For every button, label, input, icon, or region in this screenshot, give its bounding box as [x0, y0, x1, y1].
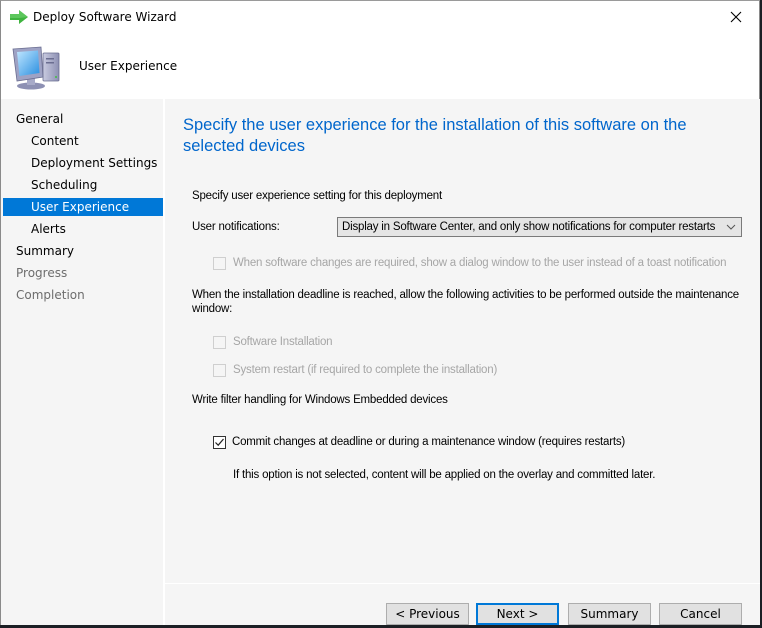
- cancel-button[interactable]: Cancel: [659, 603, 742, 625]
- nav-item-general[interactable]: General: [3, 110, 163, 128]
- header-page-title: User Experience: [79, 59, 178, 73]
- section-label: Specify user experience setting for this…: [192, 190, 442, 202]
- system-restart-checkbox[interactable]: [213, 364, 226, 377]
- deadline-label-line2: window:: [192, 303, 233, 315]
- next-button[interactable]: Next >: [476, 603, 559, 625]
- nav-item-alerts[interactable]: Alerts: [3, 220, 163, 238]
- button-area-divider: [165, 583, 760, 584]
- green-arrow-icon: [10, 10, 28, 24]
- main-panel: Specify the user experience for the inst…: [165, 99, 760, 625]
- wizard-header: User Experience: [1, 33, 759, 99]
- nav-item-progress: Progress: [16, 266, 68, 280]
- nav-item-summary[interactable]: Summary: [3, 242, 163, 260]
- nav-item-content[interactable]: Content: [3, 132, 163, 150]
- nav-item-deployment-settings[interactable]: Deployment Settings: [3, 154, 163, 172]
- wizard-nav: General Content Deployment Settings Sche…: [1, 99, 163, 625]
- page-heading: Specify the user experience for the inst…: [183, 116, 687, 155]
- write-filter-label: Write filter handling for Windows Embedd…: [192, 394, 448, 406]
- commit-changes-checkbox[interactable]: [213, 436, 226, 449]
- computer-icon: [12, 46, 60, 90]
- close-button[interactable]: [713, 1, 759, 33]
- previous-button[interactable]: < Previous: [386, 603, 469, 625]
- window-title: Deploy Software Wizard: [33, 10, 177, 24]
- commit-changes-label: Commit changes at deadline or during a m…: [232, 436, 626, 448]
- software-installation-label: Software Installation: [233, 336, 333, 348]
- commit-note: If this option is not selected, content …: [233, 469, 656, 481]
- summary-button[interactable]: Summary: [568, 603, 651, 625]
- chevron-down-icon: [726, 224, 736, 230]
- nav-item-completion: Completion: [16, 288, 85, 302]
- user-notifications-label: User notifications:: [192, 221, 280, 233]
- deadline-label-line1: When the installation deadline is reache…: [192, 289, 739, 301]
- checkmark-icon: [215, 438, 224, 447]
- dialog-window-checkbox[interactable]: [213, 257, 226, 270]
- deploy-software-wizard-window: Deploy Software Wizard User Experience G…: [0, 0, 760, 625]
- user-notifications-select[interactable]: Display in Software Center, and only sho…: [337, 217, 742, 237]
- title-bar: Deploy Software Wizard: [1, 1, 759, 33]
- dialog-window-label: When software changes are required, show…: [233, 257, 727, 269]
- close-icon: [730, 11, 742, 23]
- software-installation-checkbox[interactable]: [213, 336, 226, 349]
- nav-item-scheduling[interactable]: Scheduling: [3, 176, 163, 194]
- system-restart-label: System restart (if required to complete …: [233, 364, 498, 376]
- user-notifications-value: Display in Software Center, and only sho…: [342, 221, 716, 233]
- nav-item-user-experience[interactable]: User Experience: [3, 198, 163, 216]
